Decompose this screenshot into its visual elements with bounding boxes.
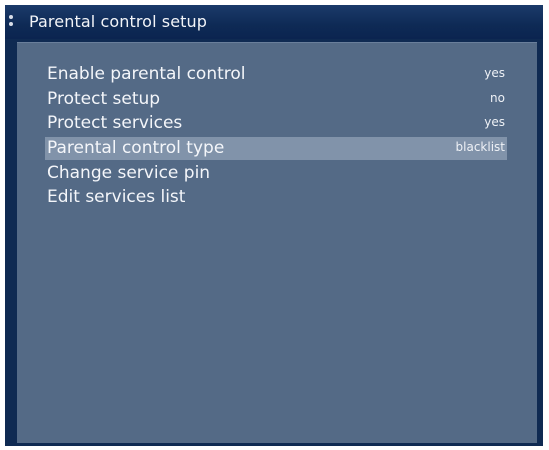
menu-item-edit-services-list[interactable]: Edit services list	[45, 186, 507, 209]
menu-item-value: blacklist	[455, 140, 505, 154]
menu-item-label: Change service pin	[47, 163, 211, 183]
menu-item-protect-setup[interactable]: Protect setup no	[45, 88, 507, 111]
menu-item-enable-parental-control[interactable]: Enable parental control yes	[45, 63, 507, 86]
menu-item-label: Protect setup	[47, 89, 161, 109]
window-left-border	[5, 39, 17, 446]
menu-item-label: Enable parental control	[47, 64, 246, 84]
menu-item-protect-services[interactable]: Protect services yes	[45, 112, 507, 135]
drag-handle-icon	[9, 14, 14, 32]
titlebar: Parental control setup	[5, 5, 543, 39]
menu-item-label: Protect services	[47, 113, 183, 133]
menu-item-label: Edit services list	[47, 187, 186, 207]
menu-item-parental-control-type[interactable]: Parental control type blacklist	[45, 137, 507, 160]
menu-item-value: yes	[484, 66, 505, 80]
menu-item-label: Parental control type	[47, 138, 225, 158]
window-title: Parental control setup	[29, 12, 208, 31]
menu-item-value: yes	[484, 115, 505, 129]
menu-item-change-service-pin[interactable]: Change service pin	[45, 162, 507, 185]
parental-control-window: Parental control setup Enable parental c…	[5, 5, 543, 446]
settings-panel: Enable parental control yes Protect setu…	[17, 42, 537, 443]
menu-item-value: no	[490, 91, 505, 105]
